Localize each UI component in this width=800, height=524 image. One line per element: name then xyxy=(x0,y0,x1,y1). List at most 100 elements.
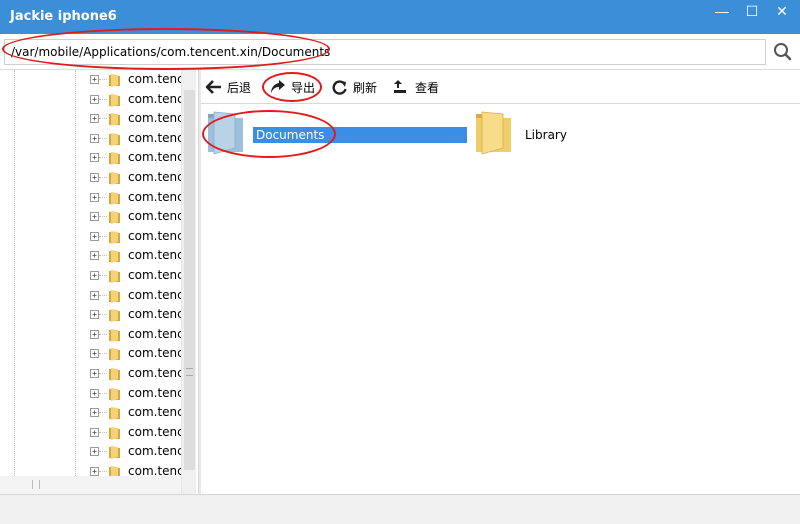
expand-toggle-icon[interactable]: + xyxy=(90,114,99,124)
folder-icon xyxy=(109,250,120,264)
file-list[interactable]: Documents Library xyxy=(201,104,800,494)
folder-tree[interactable]: + com.tenc + com.tenc + com.tenc + com.tenc + com… xyxy=(0,70,196,494)
tree-guide-line xyxy=(14,70,15,494)
back-label: 后退 xyxy=(227,81,252,95)
expand-toggle-icon[interactable]: + xyxy=(90,212,99,222)
tree-item-label: com.tenc xyxy=(128,385,182,400)
tree-item[interactable]: + com.tenc xyxy=(90,442,182,461)
refresh-icon xyxy=(332,80,347,95)
tree-item-label: com.tenc xyxy=(128,268,182,282)
tree-connector xyxy=(99,196,107,198)
tree-item-label: com.tenc xyxy=(128,346,182,361)
tree-item[interactable]: + com.tenc xyxy=(90,246,182,265)
tree-item[interactable]: + com.tenc xyxy=(90,129,182,148)
folder-icon xyxy=(476,111,511,155)
tree-guide-line xyxy=(75,70,76,494)
expand-toggle-icon[interactable]: + xyxy=(90,329,99,339)
expand-toggle-icon[interactable]: + xyxy=(90,251,99,261)
scrollbar-grip-icon xyxy=(186,368,193,376)
view-button[interactable]: 查看 xyxy=(393,78,443,96)
tree-horizontal-scrollbar[interactable] xyxy=(0,476,181,494)
expand-toggle-icon[interactable]: + xyxy=(90,153,99,163)
search-button[interactable] xyxy=(770,39,796,65)
tree-connector xyxy=(99,255,107,257)
expand-toggle-icon[interactable]: + xyxy=(90,75,99,84)
tree-connector xyxy=(99,137,107,139)
expand-toggle-icon[interactable]: + xyxy=(90,447,99,457)
tree-item[interactable]: + com.tenc xyxy=(90,109,182,128)
tree-connector xyxy=(99,333,107,335)
tree-item[interactable]: + com.tenc xyxy=(90,90,182,109)
refresh-button[interactable]: 刷新 xyxy=(331,78,381,96)
tree-item-label: com.tenc xyxy=(128,366,182,380)
expand-toggle-icon[interactable]: + xyxy=(90,427,99,437)
tree-item[interactable]: + com.tenc xyxy=(90,305,182,324)
tree-item[interactable]: + com.tenc xyxy=(90,207,182,226)
tree-connector xyxy=(99,275,107,276)
scrollbar-grip-icon xyxy=(32,480,40,489)
expand-toggle-icon[interactable]: + xyxy=(90,369,99,378)
tree-connector xyxy=(99,98,107,100)
expand-toggle-icon[interactable]: + xyxy=(90,271,99,280)
folder-icon xyxy=(109,426,120,440)
tree-item[interactable]: + com.tenc xyxy=(90,403,182,422)
folder-icon xyxy=(109,348,120,362)
tree-item[interactable]: + com.tenc xyxy=(90,148,182,167)
tree-item-label: com.tenc xyxy=(128,209,182,224)
expand-toggle-icon[interactable]: + xyxy=(90,133,99,143)
folder-item-library[interactable]: Library xyxy=(473,108,673,160)
tree-item-label: com.tenc xyxy=(128,444,182,459)
expand-toggle-icon[interactable]: + xyxy=(90,408,99,418)
app-window: Jackie iphone6 — ☐ ✕ /var/mobile/Applica… xyxy=(0,0,800,524)
tree-item[interactable]: + com.tenc xyxy=(90,70,182,89)
tree-item[interactable]: + com.tenc xyxy=(90,168,182,187)
expand-toggle-icon[interactable]: + xyxy=(90,388,99,398)
expand-toggle-icon[interactable]: + xyxy=(90,467,99,476)
expand-toggle-icon[interactable]: + xyxy=(90,173,99,182)
tree-item[interactable]: + com.tenc xyxy=(90,364,182,383)
tree-connector xyxy=(99,79,107,80)
tree-item[interactable]: + com.tenc xyxy=(90,188,182,207)
folder-icon xyxy=(109,230,120,244)
tree-item[interactable]: + com.tenc xyxy=(90,325,182,344)
expand-toggle-icon[interactable]: + xyxy=(90,290,99,300)
scrollbar-thumb[interactable] xyxy=(184,90,195,470)
tree-item-label: com.tenc xyxy=(128,150,182,165)
expand-toggle-icon[interactable]: + xyxy=(90,349,99,359)
tree-connector xyxy=(99,177,107,178)
expand-toggle-icon[interactable]: + xyxy=(90,94,99,104)
tree-item[interactable]: + com.tenc xyxy=(90,344,182,363)
folder-icon xyxy=(109,113,120,127)
tree-connector xyxy=(99,294,107,296)
back-button[interactable]: 后退 xyxy=(205,78,255,96)
folder-icon xyxy=(109,289,120,303)
view-label: 查看 xyxy=(415,81,440,95)
folder-icon xyxy=(109,328,120,342)
tree-vertical-scrollbar[interactable] xyxy=(181,70,196,494)
view-icon xyxy=(394,80,406,93)
tree-connector xyxy=(99,431,107,433)
tree-connector xyxy=(99,157,107,159)
expand-toggle-icon[interactable]: + xyxy=(90,231,99,241)
search-icon xyxy=(774,43,792,61)
tree-item[interactable]: + com.tenc xyxy=(90,286,182,305)
folder-icon xyxy=(109,387,120,401)
tree-connector xyxy=(99,353,107,355)
tree-item-label: com.tenc xyxy=(128,326,182,341)
folder-icon xyxy=(109,211,120,225)
tree-item[interactable]: + com.tenc xyxy=(90,384,182,403)
tree-item-label: com.tenc xyxy=(128,248,182,263)
expand-toggle-icon[interactable]: + xyxy=(90,310,99,320)
maximize-button[interactable]: ☐ xyxy=(738,0,766,24)
tree-item[interactable]: + com.tenc xyxy=(90,266,182,285)
expand-toggle-icon[interactable]: + xyxy=(90,192,99,202)
tree-connector xyxy=(99,392,107,394)
minimize-button[interactable]: — xyxy=(708,0,736,24)
folder-name[interactable]: Library xyxy=(525,128,567,142)
tree-item[interactable]: + com.tenc xyxy=(90,423,182,442)
tree-item[interactable]: + com.tenc xyxy=(90,227,182,246)
folder-icon xyxy=(109,132,120,146)
close-button[interactable]: ✕ xyxy=(768,0,796,24)
folder-icon xyxy=(109,407,120,421)
tree-item-label: com.tenc xyxy=(128,91,182,106)
